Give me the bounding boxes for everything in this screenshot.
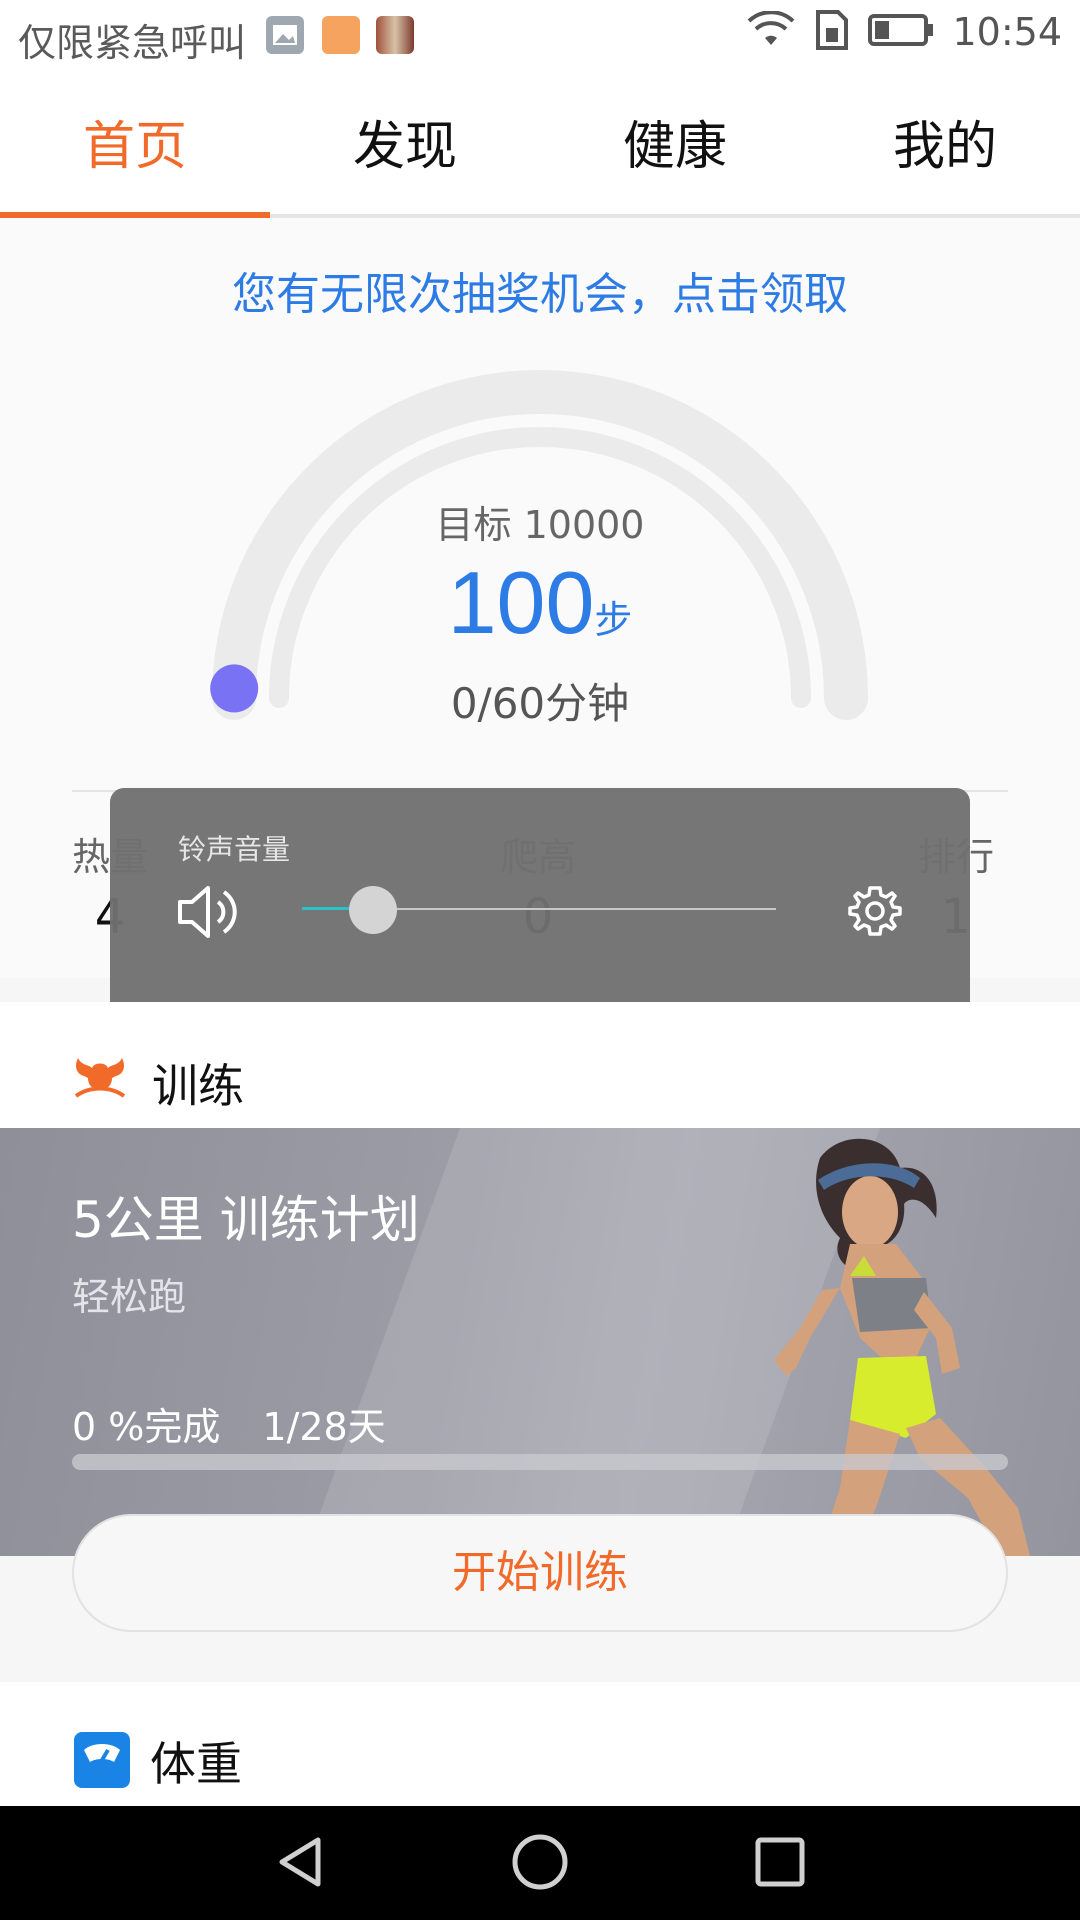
step-count-value: 100 [447, 553, 595, 652]
step-count: 100步 [0, 552, 1080, 654]
plan-title: 5公里 训练计划 [72, 1191, 420, 1249]
training-section-title: 训练 [152, 1059, 244, 1113]
training-section-header[interactable]: 训练 [0, 1002, 1080, 1128]
active-minutes: 0/60分钟 [450, 679, 630, 728]
photo-notification-icon [376, 16, 414, 54]
plan-completion: 0 %完成 [72, 1405, 221, 1449]
plan-subtitle: 轻松跑 [72, 1275, 187, 1319]
tab-discover[interactable]: 发现 [270, 76, 540, 218]
top-tab-bar: 首页 发现 健康 我的 [0, 76, 1080, 218]
weight-section-title: 体重 [150, 1737, 242, 1791]
carrier-text: 仅限紧急呼叫 [18, 21, 247, 65]
volume-title: 铃声音量 [178, 833, 291, 866]
weight-section-header[interactable]: 体重 [0, 1682, 1080, 1806]
status-bar: 仅限紧急呼叫 10:54 [0, 0, 1080, 76]
tab-home[interactable]: 首页 [0, 76, 270, 218]
start-training-button[interactable]: 开始训练 [72, 1514, 1008, 1632]
home-icon[interactable] [510, 1832, 570, 1896]
muscle-icon [72, 1052, 128, 1108]
step-count-unit: 步 [594, 598, 633, 642]
training-plan-banner[interactable]: 5公里 训练计划 轻松跑 0 %完成 1/28天 [0, 1128, 1080, 1556]
ringtone-volume-panel: 铃声音量 [110, 788, 970, 1016]
battery-icon [868, 12, 934, 52]
step-goal: 目标 10000 [435, 503, 645, 547]
clock: 10:54 [952, 10, 1062, 54]
gear-icon[interactable] [848, 884, 902, 942]
wifi-icon [746, 10, 796, 53]
runner-image [774, 1138, 1030, 1556]
plan-progress-track [72, 1454, 1008, 1470]
tab-me[interactable]: 我的 [810, 76, 1080, 218]
speaker-icon[interactable] [176, 884, 240, 944]
recents-icon[interactable] [750, 1832, 810, 1896]
shop-notification-icon [322, 16, 360, 54]
back-icon[interactable] [270, 1832, 330, 1896]
sim-icon [814, 10, 850, 54]
system-nav-bar [0, 1806, 1080, 1920]
scale-icon [74, 1732, 130, 1788]
plan-progress-text: 0 %完成 1/28天 [72, 1396, 428, 1451]
volume-slider-thumb[interactable] [349, 886, 398, 934]
plan-day-progress: 1/28天 [262, 1405, 386, 1449]
image-notification-icon [266, 16, 304, 54]
tab-health[interactable]: 健康 [540, 76, 810, 218]
